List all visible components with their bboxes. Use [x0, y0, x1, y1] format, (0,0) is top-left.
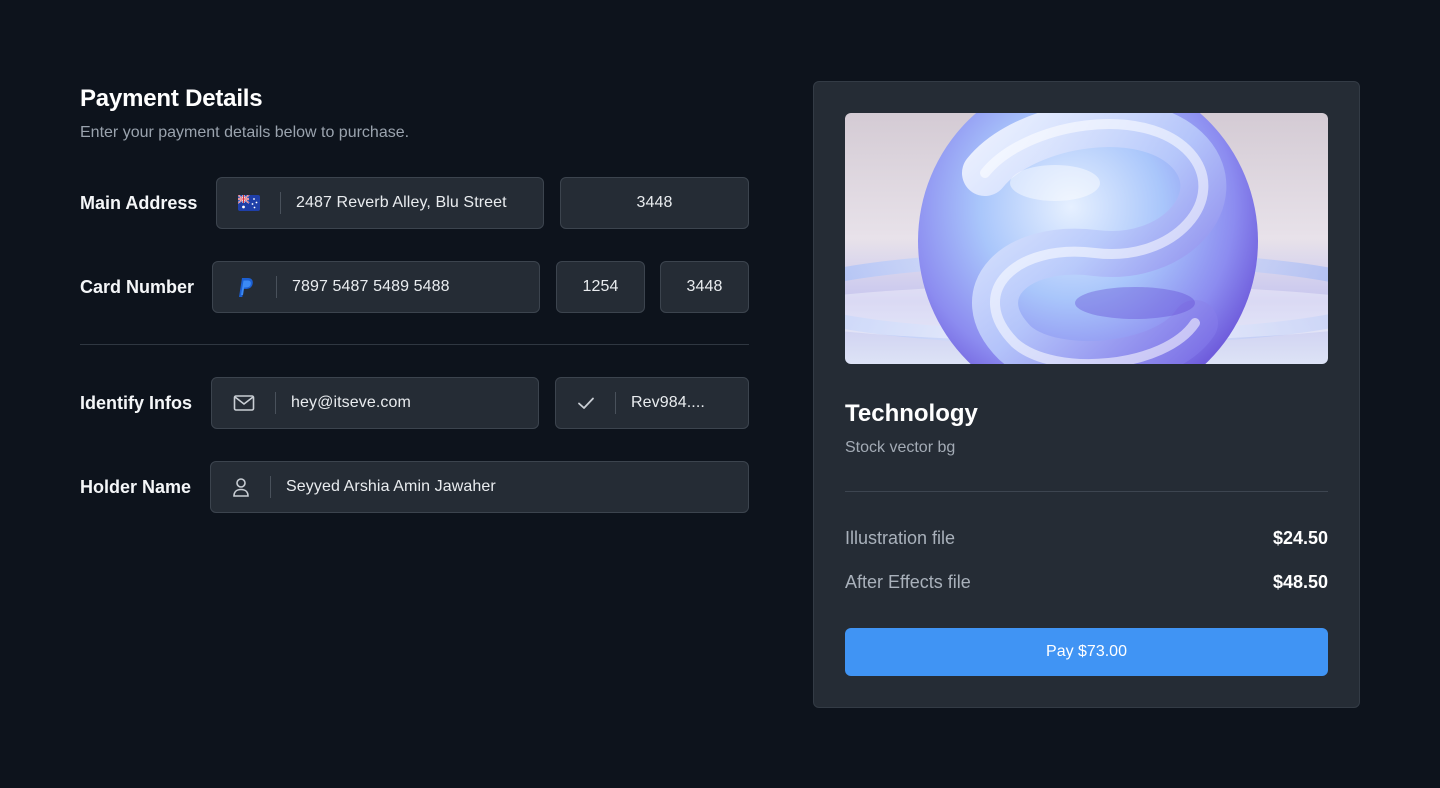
- holder-name-row: Holder Name Seyyed Arshia Amin Jawaher: [80, 461, 749, 513]
- product-subtitle: Stock vector bg: [845, 439, 956, 456]
- card-number-row: Card Number 7897 5487 5489 5488 1254 344…: [80, 261, 749, 313]
- main-address-label: Main Address: [80, 192, 198, 213]
- page-subtitle: Enter your payment details below to purc…: [80, 124, 410, 141]
- paypal-icon: [213, 262, 277, 312]
- identify-infos-row: Identify Infos hey@itseve.com Rev984....: [80, 377, 749, 429]
- verification-value: Rev984....: [631, 394, 705, 411]
- line-item-label: After Effects file: [845, 572, 971, 592]
- page-title: Payment Details: [80, 85, 263, 112]
- user-icon: [211, 462, 271, 512]
- check-icon: [556, 378, 616, 428]
- card-expiry-value: 1254: [582, 278, 619, 295]
- street-address-field[interactable]: 2487 Reverb Alley, Blu Street: [216, 177, 544, 229]
- summary-divider: [845, 491, 1328, 492]
- payment-form-section: Payment Details Enter your payment detai…: [80, 80, 749, 513]
- email-value: hey@itseve.com: [291, 394, 411, 411]
- line-item-label: Illustration file: [845, 528, 956, 548]
- card-number-value: 7897 5487 5489 5488: [292, 278, 450, 295]
- email-field[interactable]: hey@itseve.com: [211, 377, 539, 429]
- line-item: Illustration file $24.50: [845, 525, 1328, 551]
- line-item-price: $48.50: [1272, 572, 1328, 592]
- product-image: [845, 113, 1328, 364]
- card-cvc-field[interactable]: 3448: [660, 261, 749, 313]
- postcode-field[interactable]: 3448: [560, 177, 749, 229]
- postcode-value: 3448: [636, 194, 673, 211]
- street-address-value: 2487 Reverb Alley, Blu Street: [296, 194, 507, 211]
- form-divider: [80, 344, 749, 345]
- verification-field[interactable]: Rev984....: [555, 377, 749, 429]
- main-address-row: Main Address 2487 Reverb Alley, Blu Stre…: [80, 177, 749, 229]
- holder-name-label: Holder Name: [80, 476, 192, 497]
- holder-name-field[interactable]: Seyyed Arshia Amin Jawaher: [210, 461, 749, 513]
- pay-button[interactable]: Pay $73.00: [845, 628, 1328, 676]
- australia-flag-icon[interactable]: [217, 178, 281, 228]
- card-number-field[interactable]: 7897 5487 5489 5488: [212, 261, 540, 313]
- mail-icon: [212, 378, 276, 428]
- card-cvc-value: 3448: [686, 278, 723, 295]
- line-item-price: $24.50: [1272, 528, 1328, 548]
- card-number-label: Card Number: [80, 276, 195, 297]
- order-summary-card: Technology Stock vector bg Illustration …: [813, 81, 1360, 708]
- line-item: After Effects file $48.50: [845, 569, 1328, 595]
- card-expiry-field[interactable]: 1254: [556, 261, 645, 313]
- identify-infos-label: Identify Infos: [80, 392, 192, 413]
- holder-name-value: Seyyed Arshia Amin Jawaher: [286, 478, 496, 495]
- product-title: Technology: [845, 400, 978, 427]
